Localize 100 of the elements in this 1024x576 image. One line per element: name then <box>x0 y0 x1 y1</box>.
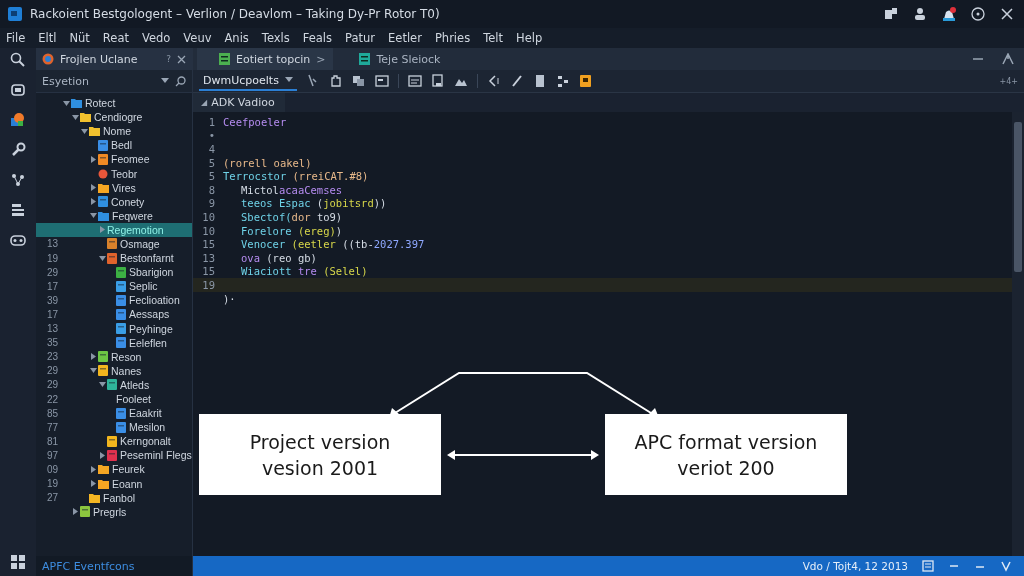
expanded-caret-icon[interactable] <box>90 213 97 219</box>
notification-icon[interactable] <box>942 7 956 21</box>
tree-item[interactable]: Rotect <box>36 96 192 111</box>
expanded-caret-icon[interactable] <box>99 255 106 261</box>
close-icon[interactable] <box>177 54 186 64</box>
tree-item[interactable]: Bedl <box>36 138 192 153</box>
tree-item[interactable]: 17 Aessaps <box>36 307 192 322</box>
wrench-icon[interactable] <box>10 142 26 158</box>
line-number: 13 <box>46 238 58 250</box>
line-number: 19 <box>202 278 215 291</box>
collapsed-caret-icon[interactable] <box>100 451 105 459</box>
tree-item[interactable]: 23 Reson <box>36 349 192 364</box>
close-icon[interactable] <box>1000 7 1014 21</box>
tree-item[interactable]: 27 Fanbol <box>36 490 192 505</box>
dropdown[interactable]: DwmUcpoelts <box>199 71 297 91</box>
collapsed-caret-icon[interactable] <box>91 198 96 206</box>
help-mark[interactable]: ? <box>166 54 171 64</box>
tree-item[interactable]: Pregrls <box>36 504 192 519</box>
tree-item[interactable]: 77 Mesilon <box>36 420 192 435</box>
line-number: 35 <box>46 337 58 349</box>
circle-icon[interactable] <box>971 7 985 21</box>
collapsed-caret-icon[interactable] <box>91 184 96 192</box>
expanded-caret-icon[interactable] <box>99 382 106 388</box>
collapsed-caret-icon[interactable] <box>91 480 96 488</box>
pencil-icon[interactable] <box>509 74 524 88</box>
tree-item[interactable]: 17 Seplic <box>36 279 192 294</box>
grid-icon[interactable] <box>10 554 26 570</box>
tree-item[interactable]: Feomee <box>36 152 192 167</box>
caret-icon[interactable] <box>284 77 293 83</box>
network-icon[interactable] <box>10 172 26 188</box>
package-icon[interactable] <box>10 82 26 98</box>
tree-item[interactable]: 13 Peyhinge <box>36 321 192 336</box>
expanded-caret-icon[interactable] <box>72 114 79 120</box>
tree-item[interactable]: 29 Sbarigion <box>36 265 192 280</box>
line-number: 27 <box>46 492 58 504</box>
caret-icon[interactable] <box>161 78 169 84</box>
clipboard-icon[interactable] <box>430 74 445 88</box>
list-icon[interactable] <box>10 202 26 218</box>
line-number: 9 <box>208 197 215 210</box>
expanded-caret-icon[interactable] <box>63 100 70 106</box>
user-icon[interactable] <box>913 7 927 21</box>
tree-item[interactable]: 39 Feclioation <box>36 293 192 308</box>
menu-item[interactable]: Telt <box>483 31 503 45</box>
copy-icon[interactable] <box>351 74 366 88</box>
panel-icon[interactable] <box>407 74 422 88</box>
editor-tab[interactable]: Eotiert topcin > <box>197 48 334 70</box>
menu-item[interactable]: File <box>6 31 26 45</box>
search-field[interactable]: Esyetion <box>36 70 192 93</box>
collapsed-caret-icon[interactable] <box>91 353 96 361</box>
menu-item[interactable]: Veuv <box>183 31 212 45</box>
tree-item[interactable]: Teobr <box>36 166 192 181</box>
panel-tab[interactable]: Frojlen Uclane ? <box>36 48 192 70</box>
tree-item[interactable]: 19 Eoann <box>36 476 192 491</box>
menu-item[interactable]: Help <box>516 31 543 45</box>
editor-tab[interactable]: Teje Sleiock <box>337 48 449 70</box>
menu-item[interactable]: Patur <box>345 31 376 45</box>
tree-item[interactable]: Nome <box>36 124 192 139</box>
code-line: Sbectof(dor to9) <box>240 210 343 223</box>
menu-item[interactable]: Texls <box>261 31 290 45</box>
expanded-caret-icon[interactable] <box>81 128 88 134</box>
scrollbar[interactable] <box>1012 112 1024 556</box>
tree-item[interactable]: Regemotion <box>36 222 192 237</box>
bookmark-icon[interactable] <box>578 74 593 88</box>
tree-item[interactable]: 29 Atleds <box>36 377 192 392</box>
tree-item[interactable]: 35 Eeleflen <box>36 335 192 350</box>
tree-item[interactable]: 09 Feurek <box>36 462 192 477</box>
collapsed-caret-icon[interactable] <box>91 466 96 473</box>
menu-item[interactable]: Eltl <box>38 31 57 45</box>
panel-tab-label: Frojlen Uclane <box>60 52 139 66</box>
tree-item[interactable]: Cendiogre <box>36 110 192 125</box>
tree-item[interactable]: 85 Eaakrit <box>36 406 192 421</box>
tree-item[interactable]: 13 Osmage <box>36 236 192 252</box>
tree-item[interactable]: 81 Kerngonalt <box>36 434 192 449</box>
menu-item[interactable]: Phries <box>434 31 471 45</box>
gamepad-icon[interactable] <box>10 232 26 248</box>
collapsed-caret-icon[interactable] <box>73 508 78 516</box>
scrollbar-thumb[interactable] <box>1014 122 1022 272</box>
menu-item[interactable]: Vedo <box>141 31 171 45</box>
tree-item[interactable]: Vires <box>36 180 192 195</box>
menu-item[interactable]: Anis <box>224 31 249 45</box>
tree-item[interactable]: 22 Fooleet <box>36 391 192 407</box>
tree-item[interactable]: 19 Bestonfarnt <box>36 251 192 266</box>
expanded-caret-icon[interactable] <box>90 368 97 374</box>
search-icon[interactable] <box>10 52 26 68</box>
tree-item[interactable]: 29 Nanes <box>36 363 192 378</box>
window-icon[interactable] <box>374 74 389 88</box>
layout-icon[interactable] <box>922 560 934 572</box>
tree-item[interactable]: Feqwere <box>36 208 192 223</box>
menu-item[interactable]: Nüt <box>69 31 90 45</box>
menu-item[interactable]: Feals <box>302 31 333 45</box>
search-icon[interactable] <box>175 75 186 87</box>
back-icon[interactable] <box>486 74 501 88</box>
tree-item[interactable]: 97 Peseminl Flegs <box>36 448 192 463</box>
menu-item[interactable]: Eetler <box>388 31 422 45</box>
colorful-app-icon[interactable] <box>10 112 26 128</box>
tree-icon[interactable] <box>555 74 570 88</box>
file-tab[interactable]: ◢ ADK Vadioo <box>193 93 285 112</box>
collapsed-caret-icon[interactable] <box>91 155 96 163</box>
tree-item[interactable]: Conety <box>36 194 192 209</box>
menu-item[interactable]: Reat <box>102 31 129 45</box>
